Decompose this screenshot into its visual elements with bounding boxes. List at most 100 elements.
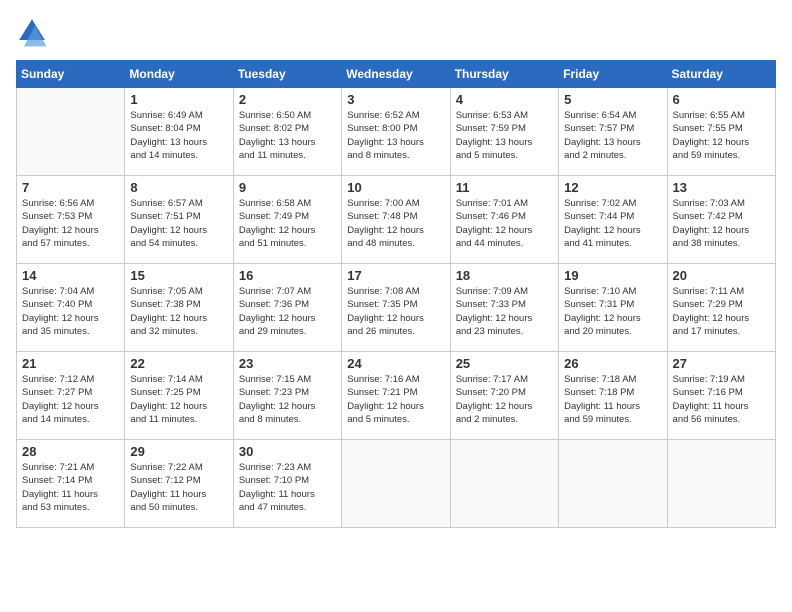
day-number: 9 [239, 180, 336, 195]
day-info: Sunrise: 6:52 AM Sunset: 8:00 PM Dayligh… [347, 109, 444, 162]
day-number: 1 [130, 92, 227, 107]
day-info: Sunrise: 6:54 AM Sunset: 7:57 PM Dayligh… [564, 109, 661, 162]
day-number: 3 [347, 92, 444, 107]
calendar-cell: 2 Sunrise: 6:50 AM Sunset: 8:02 PM Daylig… [233, 88, 341, 176]
day-number: 30 [239, 444, 336, 459]
day-info: Sunrise: 7:09 AM Sunset: 7:33 PM Dayligh… [456, 285, 553, 338]
calendar-cell: 22 Sunrise: 7:14 AM Sunset: 7:25 PM Dayli… [125, 352, 233, 440]
calendar-cell: 5 Sunrise: 6:54 AM Sunset: 7:57 PM Daylig… [559, 88, 667, 176]
logo-icon [16, 16, 48, 48]
day-info: Sunrise: 6:55 AM Sunset: 7:55 PM Dayligh… [673, 109, 770, 162]
calendar-cell: 17 Sunrise: 7:08 AM Sunset: 7:35 PM Dayli… [342, 264, 450, 352]
calendar-cell: 19 Sunrise: 7:10 AM Sunset: 7:31 PM Dayli… [559, 264, 667, 352]
calendar-table: SundayMondayTuesdayWednesdayThursdayFrid… [16, 60, 776, 528]
day-info: Sunrise: 7:07 AM Sunset: 7:36 PM Dayligh… [239, 285, 336, 338]
calendar-cell: 3 Sunrise: 6:52 AM Sunset: 8:00 PM Daylig… [342, 88, 450, 176]
calendar-cell: 20Sunrise: 7:11 AM Sunset: 7:29 PM Dayli… [667, 264, 775, 352]
calendar-cell: 29 Sunrise: 7:22 AM Sunset: 7:12 PM Dayli… [125, 440, 233, 528]
day-number: 13 [673, 180, 770, 195]
day-info: Sunrise: 6:57 AM Sunset: 7:51 PM Dayligh… [130, 197, 227, 250]
calendar-cell: 13 Sunrise: 7:03 AM Sunset: 7:42 PM Dayli… [667, 176, 775, 264]
day-number: 17 [347, 268, 444, 283]
day-info: Sunrise: 7:23 AM Sunset: 7:10 PM Dayligh… [239, 461, 336, 514]
day-info: Sunrise: 6:56 AM Sunset: 7:53 PM Dayligh… [22, 197, 119, 250]
day-number: 4 [456, 92, 553, 107]
calendar-cell: 4 Sunrise: 6:53 AM Sunset: 7:59 PM Daylig… [450, 88, 558, 176]
day-info: Sunrise: 6:49 AM Sunset: 8:04 PM Dayligh… [130, 109, 227, 162]
day-number: 23 [239, 356, 336, 371]
calendar-cell: 23 Sunrise: 7:15 AM Sunset: 7:23 PM Dayli… [233, 352, 341, 440]
calendar-cell: 14Sunrise: 7:04 AM Sunset: 7:40 PM Dayli… [17, 264, 125, 352]
day-info: Sunrise: 7:10 AM Sunset: 7:31 PM Dayligh… [564, 285, 661, 338]
day-info: Sunrise: 7:12 AM Sunset: 7:27 PM Dayligh… [22, 373, 119, 426]
day-info: Sunrise: 7:05 AM Sunset: 7:38 PM Dayligh… [130, 285, 227, 338]
day-number: 18 [456, 268, 553, 283]
calendar-week-3: 14Sunrise: 7:04 AM Sunset: 7:40 PM Dayli… [17, 264, 776, 352]
day-info: Sunrise: 7:03 AM Sunset: 7:42 PM Dayligh… [673, 197, 770, 250]
day-number: 8 [130, 180, 227, 195]
calendar-cell: 25 Sunrise: 7:17 AM Sunset: 7:20 PM Dayli… [450, 352, 558, 440]
day-info: Sunrise: 7:16 AM Sunset: 7:21 PM Dayligh… [347, 373, 444, 426]
calendar-cell: 9 Sunrise: 6:58 AM Sunset: 7:49 PM Daylig… [233, 176, 341, 264]
day-number: 28 [22, 444, 119, 459]
day-info: Sunrise: 7:22 AM Sunset: 7:12 PM Dayligh… [130, 461, 227, 514]
calendar-week-4: 21 Sunrise: 7:12 AM Sunset: 7:27 PM Dayli… [17, 352, 776, 440]
day-number: 12 [564, 180, 661, 195]
calendar-cell [667, 440, 775, 528]
day-info: Sunrise: 6:58 AM Sunset: 7:49 PM Dayligh… [239, 197, 336, 250]
calendar-cell: 24Sunrise: 7:16 AM Sunset: 7:21 PM Dayli… [342, 352, 450, 440]
day-number: 5 [564, 92, 661, 107]
calendar-cell [450, 440, 558, 528]
day-info: Sunrise: 7:15 AM Sunset: 7:23 PM Dayligh… [239, 373, 336, 426]
calendar-cell: 15 Sunrise: 7:05 AM Sunset: 7:38 PM Dayli… [125, 264, 233, 352]
day-info: Sunrise: 7:17 AM Sunset: 7:20 PM Dayligh… [456, 373, 553, 426]
day-number: 29 [130, 444, 227, 459]
col-header-monday: Monday [125, 61, 233, 88]
day-info: Sunrise: 6:53 AM Sunset: 7:59 PM Dayligh… [456, 109, 553, 162]
day-info: Sunrise: 7:18 AM Sunset: 7:18 PM Dayligh… [564, 373, 661, 426]
day-info: Sunrise: 7:11 AM Sunset: 7:29 PM Dayligh… [673, 285, 770, 338]
col-header-saturday: Saturday [667, 61, 775, 88]
calendar-cell: 12 Sunrise: 7:02 AM Sunset: 7:44 PM Dayli… [559, 176, 667, 264]
day-number: 22 [130, 356, 227, 371]
day-number: 15 [130, 268, 227, 283]
day-number: 25 [456, 356, 553, 371]
day-number: 16 [239, 268, 336, 283]
calendar-cell: 8 Sunrise: 6:57 AM Sunset: 7:51 PM Daylig… [125, 176, 233, 264]
day-info: Sunrise: 7:01 AM Sunset: 7:46 PM Dayligh… [456, 197, 553, 250]
logo [16, 16, 52, 48]
day-info: Sunrise: 7:08 AM Sunset: 7:35 PM Dayligh… [347, 285, 444, 338]
col-header-friday: Friday [559, 61, 667, 88]
col-header-tuesday: Tuesday [233, 61, 341, 88]
calendar-cell [342, 440, 450, 528]
calendar-cell: 21 Sunrise: 7:12 AM Sunset: 7:27 PM Dayli… [17, 352, 125, 440]
calendar-cell: 27Sunrise: 7:19 AM Sunset: 7:16 PM Dayli… [667, 352, 775, 440]
calendar-cell: 6 Sunrise: 6:55 AM Sunset: 7:55 PM Daylig… [667, 88, 775, 176]
col-header-sunday: Sunday [17, 61, 125, 88]
day-number: 21 [22, 356, 119, 371]
calendar-cell: 1 Sunrise: 6:49 AM Sunset: 8:04 PM Daylig… [125, 88, 233, 176]
day-number: 2 [239, 92, 336, 107]
calendar-cell [17, 88, 125, 176]
day-info: Sunrise: 6:50 AM Sunset: 8:02 PM Dayligh… [239, 109, 336, 162]
calendar-cell: 7Sunrise: 6:56 AM Sunset: 7:53 PM Daylig… [17, 176, 125, 264]
day-info: Sunrise: 7:02 AM Sunset: 7:44 PM Dayligh… [564, 197, 661, 250]
day-info: Sunrise: 7:14 AM Sunset: 7:25 PM Dayligh… [130, 373, 227, 426]
day-number: 10 [347, 180, 444, 195]
day-number: 6 [673, 92, 770, 107]
calendar-header-row: SundayMondayTuesdayWednesdayThursdayFrid… [17, 61, 776, 88]
calendar-cell: 10Sunrise: 7:00 AM Sunset: 7:48 PM Dayli… [342, 176, 450, 264]
calendar-week-5: 28Sunrise: 7:21 AM Sunset: 7:14 PM Dayli… [17, 440, 776, 528]
col-header-thursday: Thursday [450, 61, 558, 88]
calendar-cell: 26 Sunrise: 7:18 AM Sunset: 7:18 PM Dayli… [559, 352, 667, 440]
calendar-cell: 28Sunrise: 7:21 AM Sunset: 7:14 PM Dayli… [17, 440, 125, 528]
calendar-cell [559, 440, 667, 528]
calendar-cell: 18 Sunrise: 7:09 AM Sunset: 7:33 PM Dayli… [450, 264, 558, 352]
day-number: 26 [564, 356, 661, 371]
day-number: 19 [564, 268, 661, 283]
day-info: Sunrise: 7:04 AM Sunset: 7:40 PM Dayligh… [22, 285, 119, 338]
calendar-cell: 30 Sunrise: 7:23 AM Sunset: 7:10 PM Dayli… [233, 440, 341, 528]
col-header-wednesday: Wednesday [342, 61, 450, 88]
page-header [16, 16, 776, 48]
day-number: 11 [456, 180, 553, 195]
